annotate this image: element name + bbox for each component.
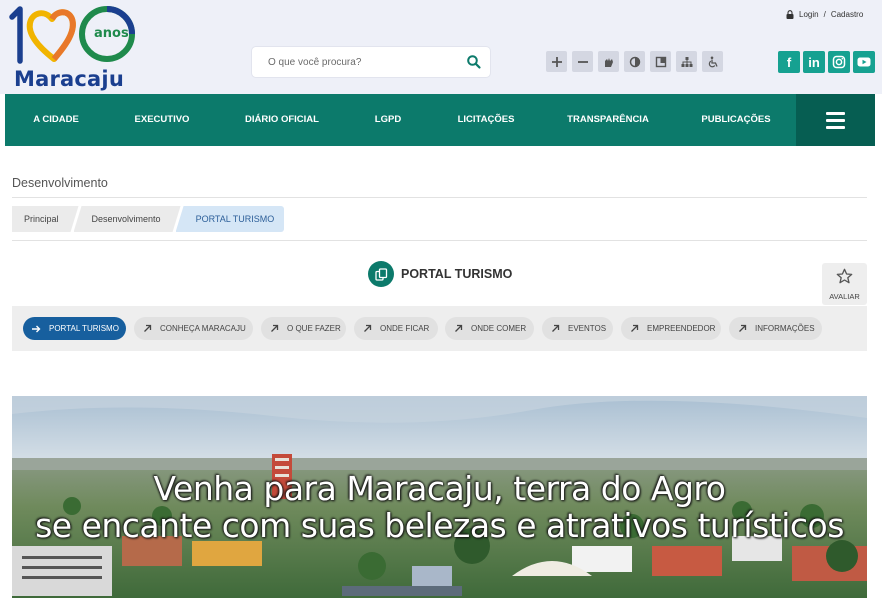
page-title: PORTAL TURISMO — [368, 261, 512, 287]
menu-button[interactable] — [796, 94, 875, 146]
linkedin-icon: in — [808, 54, 820, 70]
arrow-up-right-icon — [451, 322, 465, 336]
subnav-o-que-fazer[interactable]: O QUE FAZER — [261, 317, 346, 340]
subnav-label: ONDE COMER — [471, 324, 527, 333]
instagram-icon — [832, 55, 846, 69]
divider — [12, 197, 867, 198]
subnav-conheca-maracaju[interactable]: CONHEÇA MARACAJU — [134, 317, 253, 340]
main-nav: A CIDADE EXECUTIVO DIÁRIO OFICIAL LGPD L… — [5, 94, 875, 146]
nav-item-executivo[interactable]: EXECUTIVO — [135, 94, 190, 146]
divider — [12, 240, 867, 241]
hamburger-icon — [826, 111, 845, 129]
hero-banner[interactable]: Venha para Maracaju, terra do Agro se en… — [12, 396, 867, 598]
login-link[interactable]: Login — [799, 10, 819, 19]
nav-item-diario-oficial[interactable]: DIÁRIO OFICIAL — [245, 94, 319, 146]
nav-item-transparencia[interactable]: TRANSPARÊNCIA — [567, 94, 649, 146]
nav-item-a-cidade[interactable]: A CIDADE — [33, 94, 79, 146]
wheelchair-icon — [708, 56, 718, 67]
subnav-empreendedor[interactable]: EMPREENDEDOR — [621, 317, 721, 340]
sitemap-button[interactable] — [676, 51, 697, 72]
subnav-portal-turismo[interactable]: PORTAL TURISMO — [23, 317, 126, 340]
social-links: f in — [778, 51, 875, 73]
search-icon[interactable] — [466, 54, 482, 70]
subnav-label: EMPREENDEDOR — [647, 324, 716, 333]
hero-headline: Venha para Maracaju, terra do Agro — [153, 469, 726, 508]
contrast-icon — [629, 56, 640, 67]
account-links: Login / Cadastro — [786, 10, 863, 19]
sign-language-button[interactable] — [598, 51, 619, 72]
search-box — [252, 47, 490, 77]
arrow-up-right-icon — [267, 322, 281, 336]
subnav-label: O QUE FAZER — [287, 324, 341, 333]
subnav-label: INFORMAÇÕES — [755, 324, 815, 333]
subnav-eventos[interactable]: EVENTOS — [542, 317, 613, 340]
star-icon — [836, 268, 853, 284]
facebook-link[interactable]: f — [778, 51, 800, 73]
zoom-out-icon — [577, 60, 588, 63]
subnav-label: ONDE FICAR — [380, 324, 430, 333]
arrow-up-right-icon — [548, 322, 562, 336]
contrast-button[interactable] — [624, 51, 645, 72]
accessibility-button[interactable] — [702, 51, 723, 72]
subnav-onde-comer[interactable]: ONDE COMER — [445, 317, 534, 340]
separator: / — [823, 10, 826, 19]
sitemap-icon — [681, 56, 692, 67]
nav-item-publicacoes[interactable]: PUBLICAÇÕES — [701, 94, 770, 146]
logo-city-name: Maracaju — [14, 67, 124, 91]
hero-subheadline: se encante com suas belezas e atrativos … — [35, 506, 844, 545]
arrow-up-right-icon — [360, 322, 374, 336]
facebook-icon: f — [786, 54, 792, 70]
linkedin-link[interactable]: in — [803, 51, 825, 73]
logo-100-anos: anos — [9, 6, 135, 64]
sign-language-icon — [604, 57, 613, 67]
subnav-label: EVENTOS — [568, 324, 607, 333]
page-title-badge — [368, 261, 394, 287]
lock-icon — [786, 10, 794, 19]
page-title-text: PORTAL TURISMO — [401, 267, 513, 281]
copy-icon — [374, 267, 387, 281]
breadcrumb-current: PORTAL TURISMO — [175, 206, 285, 232]
search-input[interactable] — [252, 47, 452, 77]
subnav-informacoes[interactable]: INFORMAÇÕES — [729, 317, 822, 340]
youtube-icon — [857, 57, 871, 67]
breadcrumb-desenvolvimento[interactable]: Desenvolvimento — [74, 206, 181, 232]
zoom-in-button[interactable] — [546, 51, 567, 72]
shortcuts-icon — [655, 56, 666, 67]
arrow-up-right-icon — [735, 322, 749, 336]
rate-label: AVALIAR — [829, 292, 860, 301]
accessibility-toolbar — [546, 51, 723, 72]
rate-button[interactable]: AVALIAR — [822, 263, 867, 305]
subnav-label: CONHEÇA MARACAJU — [160, 324, 246, 333]
youtube-link[interactable] — [853, 51, 875, 73]
subnav: PORTAL TURISMO CONHEÇA MARACAJU O QUE FA… — [12, 306, 867, 351]
instagram-link[interactable] — [828, 51, 850, 73]
breadcrumb-home[interactable]: Principal — [12, 206, 79, 232]
arrow-up-right-icon — [140, 322, 154, 336]
nav-item-licitacoes[interactable]: LICITAÇÕES — [458, 94, 515, 146]
subnav-onde-ficar[interactable]: ONDE FICAR — [354, 317, 438, 340]
logo-anos-text: anos — [94, 26, 129, 41]
breadcrumb: Principal Desenvolvimento PORTAL TURISMO — [12, 206, 285, 232]
shortcuts-button[interactable] — [650, 51, 671, 72]
arrow-right-icon — [29, 322, 43, 336]
subnav-label: PORTAL TURISMO — [49, 324, 119, 333]
register-link[interactable]: Cadastro — [831, 10, 863, 19]
logo[interactable]: anos Maracaju — [6, 3, 141, 93]
section-title: Desenvolvimento — [12, 176, 108, 190]
zoom-in-icon — [551, 56, 562, 67]
zoom-out-button[interactable] — [572, 51, 593, 72]
arrow-up-right-icon — [627, 322, 641, 336]
header: anos Maracaju f — [0, 0, 882, 94]
nav-item-lgpd[interactable]: LGPD — [375, 94, 401, 146]
